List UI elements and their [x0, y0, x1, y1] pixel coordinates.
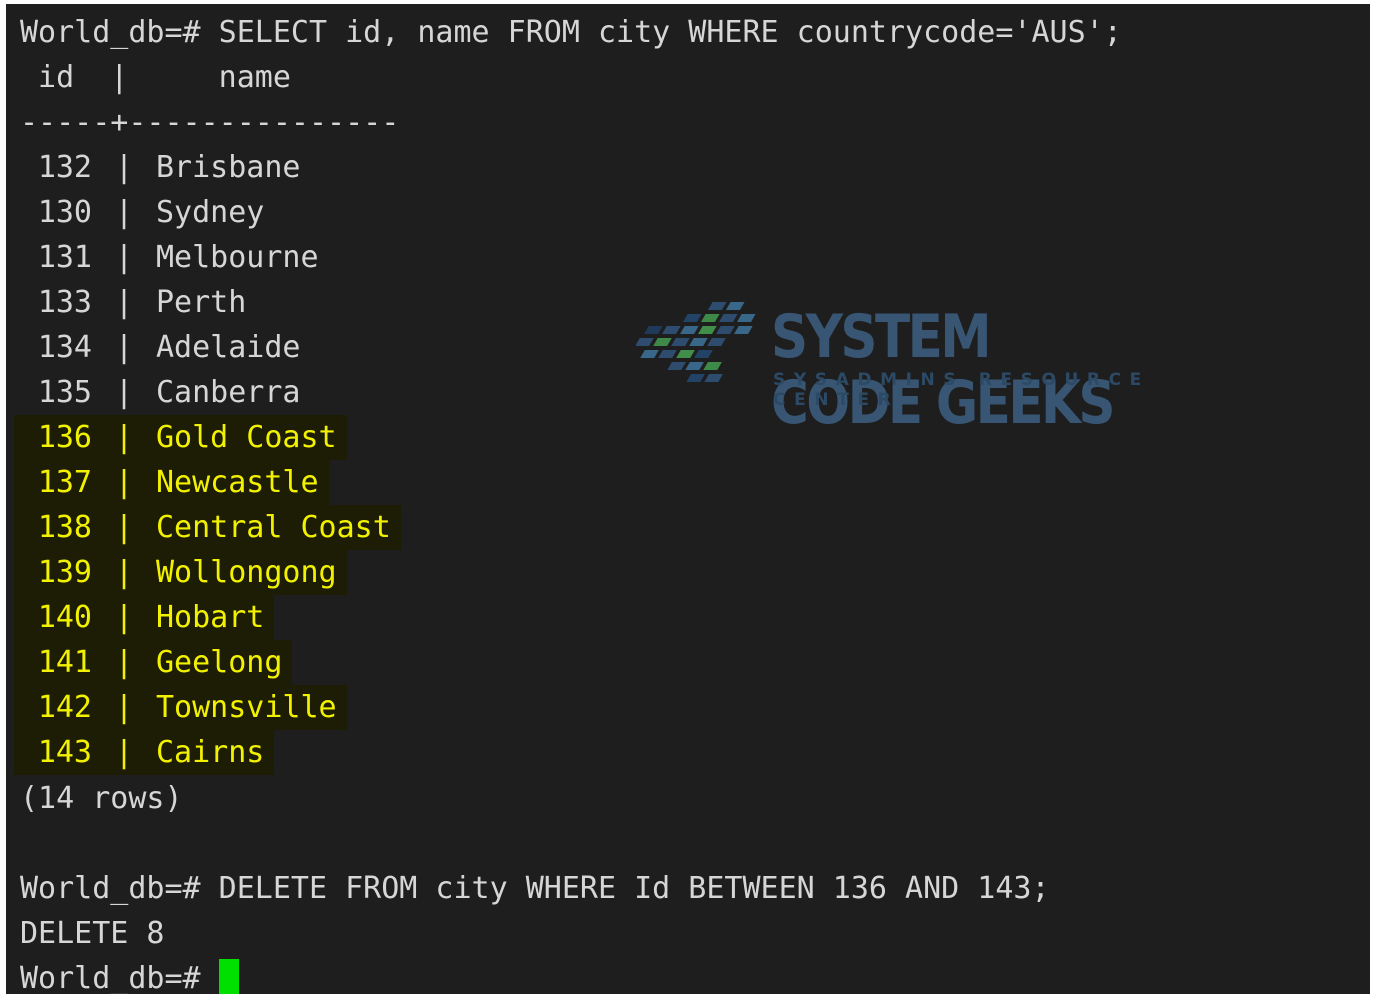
row-separator: |	[114, 735, 134, 770]
row-id: 136	[37, 420, 92, 455]
row-separator: |	[114, 285, 134, 320]
table-row: 135 | Canberra	[20, 370, 301, 415]
row-id: 142	[37, 690, 92, 725]
result-header: id | name	[20, 60, 291, 95]
row-separator: |	[114, 330, 134, 365]
row-name: Canberra	[156, 375, 301, 410]
row-id: 132	[37, 150, 92, 185]
table-row: 133 | Perth	[20, 280, 247, 325]
row-id: 139	[37, 555, 92, 590]
result-divider: -----+---------------	[20, 105, 400, 140]
table-row: 140 | Hobart	[14, 595, 275, 640]
watermark-logo: SYSTEM CODE GEEKS SYSADMINS RESOURCE CEN…	[636, 296, 1216, 436]
delete-result: DELETE 8	[20, 916, 165, 951]
row-name: Central Coast	[156, 510, 391, 545]
row-separator: |	[114, 240, 134, 275]
table-row: 143 | Cairns	[14, 730, 275, 775]
row-name: Adelaide	[156, 330, 301, 365]
prompt-text: World_db=#	[20, 961, 219, 994]
row-id: 141	[37, 645, 92, 680]
row-name: Perth	[156, 285, 247, 320]
table-row: 131 | Melbourne	[20, 235, 319, 280]
select-command-line: World_db=# SELECT id, name FROM city WHE…	[20, 15, 1122, 50]
row-id: 134	[37, 330, 92, 365]
prompt-line[interactable]: World_db=#	[20, 956, 239, 994]
row-name: Brisbane	[156, 150, 301, 185]
row-id: 138	[37, 510, 92, 545]
row-id: 133	[37, 285, 92, 320]
row-name: Townsville	[156, 690, 337, 725]
row-name: Cairns	[156, 735, 265, 770]
row-id: 143	[37, 735, 92, 770]
row-name: Newcastle	[156, 465, 319, 500]
row-id: 131	[37, 240, 92, 275]
row-separator: |	[114, 195, 134, 230]
delete-command-line: World_db=# DELETE FROM city WHERE Id BET…	[20, 871, 1050, 906]
row-name: Melbourne	[156, 240, 319, 275]
table-row: 138 | Central Coast	[14, 505, 401, 550]
watermark-subtitle: SYSADMINS RESOURCE CENTER	[773, 370, 1150, 410]
table-row: 141 | Geelong	[14, 640, 293, 685]
row-id: 130	[37, 195, 92, 230]
table-row: 130 | Sydney	[20, 190, 265, 235]
row-separator: |	[114, 465, 134, 500]
row-id: 135	[37, 375, 92, 410]
row-separator: |	[114, 645, 134, 680]
row-separator: |	[114, 150, 134, 185]
table-row: 139 | Wollongong	[14, 550, 347, 595]
pixel-arrow-logo-icon	[636, 302, 756, 382]
table-row: 132 | Brisbane	[20, 145, 301, 190]
terminal-window[interactable]: World_db=# SELECT id, name FROM city WHE…	[6, 4, 1370, 994]
row-name: Geelong	[156, 645, 283, 680]
row-name: Sydney	[156, 195, 265, 230]
table-row: 136 | Gold Coast	[14, 415, 347, 460]
row-name: Gold Coast	[156, 420, 337, 455]
row-separator: |	[114, 510, 134, 545]
row-name: Hobart	[156, 600, 265, 635]
row-separator: |	[114, 555, 134, 590]
row-separator: |	[114, 690, 134, 725]
row-count: (14 rows)	[20, 781, 183, 816]
text-cursor	[218, 958, 239, 994]
row-separator: |	[114, 375, 134, 410]
row-id: 140	[37, 600, 92, 635]
table-row: 137 | Newcastle	[14, 460, 329, 505]
row-separator: |	[114, 420, 134, 455]
row-name: Wollongong	[156, 555, 337, 590]
row-separator: |	[114, 600, 134, 635]
table-row: 134 | Adelaide	[20, 325, 301, 370]
table-row: 142 | Townsville	[14, 685, 347, 730]
row-id: 137	[37, 465, 92, 500]
